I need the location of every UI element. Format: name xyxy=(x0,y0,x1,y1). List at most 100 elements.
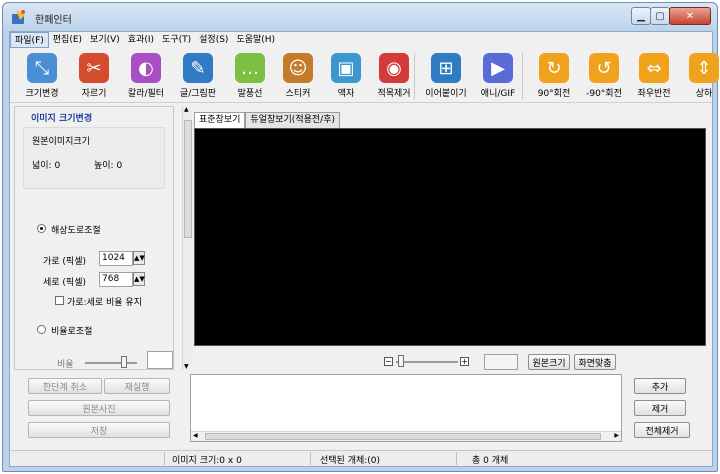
height-spinner[interactable]: ▲▼ xyxy=(133,272,145,286)
resolution-label: 해상도로조절 xyxy=(51,226,101,236)
tab-dual-view[interactable]: 듀얼창보기(적용전/후) xyxy=(245,112,340,128)
toolbar-label: 칼라/필터 xyxy=(127,89,165,99)
menu-settings[interactable]: 설정(S) xyxy=(195,32,232,48)
panel-scrollbar[interactable]: ▲ ▼ xyxy=(182,106,192,370)
width-spinner[interactable]: ▲▼ xyxy=(133,251,145,265)
minimize-icon: ▁ xyxy=(637,10,645,22)
maximize-icon: ▢ xyxy=(655,10,665,22)
ratio-slider-thumb[interactable] xyxy=(121,356,127,368)
scroll-right-icon[interactable]: ▶ xyxy=(614,432,619,439)
menu-view[interactable]: 보기(V) xyxy=(86,32,124,48)
scroll-left-icon[interactable]: ◀ xyxy=(193,432,198,439)
toolbar-frame-button[interactable]: ▣ 액자 xyxy=(320,53,372,101)
remove-button[interactable]: 제거 xyxy=(634,400,686,416)
zoom-out-icon[interactable]: − xyxy=(384,357,393,366)
scroll-up-icon[interactable]: ▲ xyxy=(184,106,189,113)
image-canvas[interactable] xyxy=(194,128,706,346)
list-scrollbar[interactable]: ◀ ▶ xyxy=(191,431,621,441)
zoom-slider-thumb[interactable] xyxy=(398,355,404,367)
speech-bubble-icon: … xyxy=(235,53,265,83)
toolbar-color-filter-button[interactable]: ◐ 칼라/필터 xyxy=(120,53,172,101)
menu-edit[interactable]: 편집(E) xyxy=(49,32,86,48)
toolbar-label: -90°회전 xyxy=(586,89,622,99)
toolbar-rotate-cw-button[interactable]: ↻ 90°회전 xyxy=(528,53,580,101)
zoom-in-icon[interactable]: + xyxy=(460,357,469,366)
frame-icon: ▣ xyxy=(331,53,361,83)
status-bar: 이미지 크기:0 x 0 선택된 개체:(0) 총 0 개체 xyxy=(10,450,712,466)
toolbar-sticker-button[interactable]: ☺ 스티커 xyxy=(272,53,324,101)
tab-standard-view[interactable]: 표준창보기 xyxy=(194,112,246,128)
status-image-size: 이미지 크기:0 x 0 xyxy=(172,456,242,466)
keep-ratio-label: 가로:세로 비율 유지 xyxy=(67,298,142,308)
crop-icon: ✂ xyxy=(79,53,109,83)
keep-ratio-checkbox[interactable] xyxy=(55,296,64,305)
color-filter-icon: ◐ xyxy=(131,53,161,83)
menu-effects[interactable]: 효과(I) xyxy=(124,32,158,48)
toolbar-label: 90°회전 xyxy=(537,89,571,99)
rotate-cw-icon: ↻ xyxy=(539,53,569,83)
toolbar-gif-button[interactable]: ▶ 애니/GIF xyxy=(472,53,524,101)
ratio-label: 비율 xyxy=(57,360,74,370)
toolbar-separator xyxy=(414,53,415,99)
scroll-down-icon[interactable]: ▼ xyxy=(184,363,189,370)
redo-button[interactable]: 재실행 xyxy=(104,378,170,394)
add-button[interactable]: 추가 xyxy=(634,378,686,394)
title-bar[interactable]: 한페인터 ▁ ▢ ✕ xyxy=(3,3,717,31)
status-divider xyxy=(310,452,311,465)
toolbar-label: 크기변경 xyxy=(25,89,59,99)
main-client-area: 파일(F) 편집(E) 보기(V) 효과(I) 도구(T) 설정(S) 도움말(… xyxy=(9,31,719,467)
text-drawing-icon: ✎ xyxy=(183,53,213,83)
toolbar-label: 글/그림판 xyxy=(179,89,217,99)
gif-icon: ▶ xyxy=(483,53,513,83)
toolbar-flip-horizontal-button[interactable]: ⇔ 좌우반전 xyxy=(628,53,680,101)
status-divider xyxy=(164,452,165,465)
width-field-label: 가로 (픽셀) xyxy=(43,257,87,267)
toolbar-label: 상하 xyxy=(695,89,713,99)
status-total: 총 0 개체 xyxy=(472,456,509,466)
panel-title: 이미지 크기변경 xyxy=(31,114,93,124)
toolbar-label: 이어붙이기 xyxy=(425,89,467,99)
toolbar-flip-vertical-button[interactable]: ⇕ 상하 xyxy=(678,53,720,101)
original-size-button[interactable]: 원본크기 xyxy=(528,354,570,370)
width-input[interactable]: 1024 xyxy=(99,251,133,266)
remove-all-button[interactable]: 전체제거 xyxy=(634,422,690,438)
zoom-value[interactable] xyxy=(484,354,518,370)
object-list[interactable]: ◀ ▶ xyxy=(190,374,622,442)
toolbar-merge-button[interactable]: ⊞ 이어붙이기 xyxy=(420,53,472,101)
toolbar-speech-bubble-button[interactable]: … 말풍선 xyxy=(224,53,276,101)
toolbar-label: 액자 xyxy=(337,89,355,99)
original-width: 넓이: 0 xyxy=(32,161,61,171)
toolbar-crop-button[interactable]: ✂ 자르기 xyxy=(68,53,120,101)
height-field-label: 세로 (픽셀) xyxy=(43,278,87,288)
toolbar-label: 적목제거 xyxy=(377,89,411,99)
sticker-icon: ☺ xyxy=(283,53,313,83)
app-window: 한페인터 ▁ ▢ ✕ 파일(F) 편집(E) 보기(V) 효과(I) 도구(T)… xyxy=(2,2,719,472)
menu-tools[interactable]: 도구(T) xyxy=(158,32,195,48)
menu-file[interactable]: 파일(F) xyxy=(10,32,49,48)
resolution-radio[interactable] xyxy=(37,224,46,233)
original-size-group: 원본이미지크기 넓이: 0 높이: 0 xyxy=(23,127,165,189)
undo-button[interactable]: 한단계 취소 xyxy=(28,378,102,394)
toolbar-text-drawing-button[interactable]: ✎ 글/그림판 xyxy=(172,53,224,101)
menu-bar: 파일(F) 편집(E) 보기(V) 효과(I) 도구(T) 설정(S) 도움말(… xyxy=(10,32,712,48)
panel-scrollbar-thumb[interactable] xyxy=(184,120,192,238)
toolbar-label: 자르기 xyxy=(81,89,107,99)
maximize-button[interactable]: ▢ xyxy=(650,7,670,25)
status-selected: 선택된 개체:(0) xyxy=(320,456,381,466)
close-button[interactable]: ✕ xyxy=(669,7,711,25)
zoom-slider-track xyxy=(396,361,458,363)
resize-panel: 이미지 크기변경 원본이미지크기 넓이: 0 높이: 0 해상도로조절 가로 (… xyxy=(14,106,174,370)
toolbar-resize-button[interactable]: ⤡ 크기변경 xyxy=(16,53,68,101)
height-input[interactable]: 768 xyxy=(99,272,133,287)
ratio-radio[interactable] xyxy=(37,325,46,334)
toolbar-label: 말풍선 xyxy=(237,89,263,99)
toolbar-red-eye-button[interactable]: ◉ 적목제거 xyxy=(368,53,420,101)
minimize-button[interactable]: ▁ xyxy=(631,7,651,25)
ratio-input[interactable] xyxy=(147,351,173,369)
toolbar-rotate-ccw-button[interactable]: ↺ -90°회전 xyxy=(578,53,630,101)
save-button[interactable]: 저장 xyxy=(28,422,170,438)
list-scrollbar-thumb[interactable] xyxy=(205,433,601,440)
fit-screen-button[interactable]: 화면맞춤 xyxy=(574,354,616,370)
menu-help[interactable]: 도움말(H) xyxy=(232,32,279,48)
original-photo-button[interactable]: 원본사진 xyxy=(28,400,170,416)
